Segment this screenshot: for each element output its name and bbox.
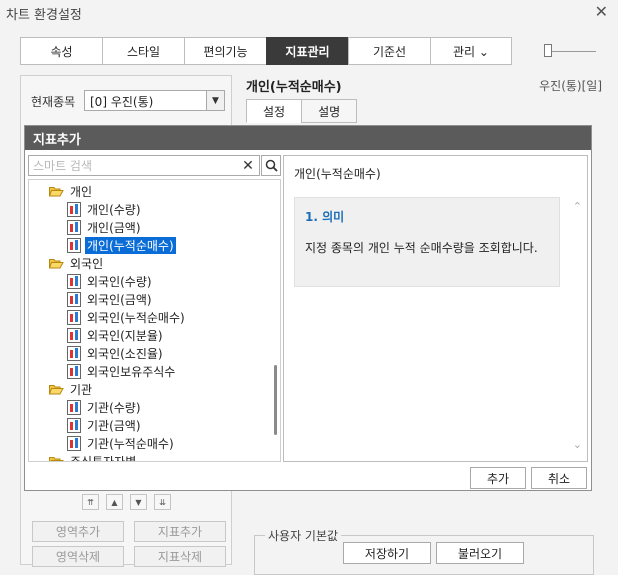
stock-select-value: [0] 우진(통)	[90, 95, 154, 109]
tree-label: 외국인(수량)	[87, 274, 152, 289]
zoom-slider-track[interactable]	[548, 51, 596, 52]
indicator-subtabs: 설정 설명	[246, 99, 358, 123]
tree-label: 외국인(누적순매수)	[87, 310, 185, 325]
tree-label: 개인	[70, 184, 93, 199]
window-title: 차트 환경설정	[6, 8, 82, 23]
search-icon[interactable]	[261, 155, 281, 176]
tree-label: 기관(금액)	[87, 418, 141, 433]
tree-indicator-item[interactable]: 외국인(수량)	[67, 272, 154, 290]
tree-indicator-item[interactable]: 기관(금액)	[67, 416, 143, 434]
tree-label: 외국인	[70, 256, 104, 271]
tree-label: 개인(누적순매수)	[85, 236, 176, 254]
tree-indicator-item[interactable]: 외국인(소진율)	[67, 344, 165, 362]
tree-scrollbar[interactable]	[271, 180, 280, 461]
indicator-chart-icon	[67, 237, 81, 253]
tree-indicator-item[interactable]: 개인(누적순매수)	[67, 236, 176, 254]
indicator-chart-icon	[67, 345, 81, 361]
tab-3[interactable]: 지표관리	[266, 37, 348, 65]
scroll-down-icon[interactable]: ⌄	[573, 438, 582, 451]
description-panel: 개인(누적순매수) 1. 의미 지정 종목의 개인 누적 순매수량을 조회합니다…	[283, 155, 588, 462]
tree-label: 개인(수량)	[87, 202, 141, 217]
search-box: ✕	[28, 155, 260, 176]
tree-label: 외국인보유주식수	[87, 364, 176, 379]
indicator-chart-icon	[67, 327, 81, 343]
tab-2[interactable]: 편의기능	[184, 37, 266, 65]
indicator-title: 개인(누적순매수)	[246, 80, 342, 95]
description-body: 지정 종목의 개인 누적 순매수량을 조회합니다.	[305, 241, 538, 255]
indicator-chart-icon	[67, 201, 81, 217]
clear-icon[interactable]: ✕	[239, 156, 257, 175]
tree-scrollbar-thumb[interactable]	[274, 365, 277, 435]
tab-5[interactable]: 관리 ⌄	[430, 37, 512, 65]
description-box: 1. 의미 지정 종목의 개인 누적 순매수량을 조회합니다.	[294, 197, 560, 287]
tree-label: 기관(수량)	[87, 400, 141, 415]
save-button[interactable]: 저장하기	[343, 542, 431, 564]
tree-indicator-item[interactable]: 외국인(지분율)	[67, 326, 165, 344]
current-stock-label: 현재종목	[31, 95, 76, 109]
tree-label: 주식투자자별	[70, 454, 137, 462]
tree-folder[interactable]: 기관	[48, 380, 94, 398]
subtab-settings[interactable]: 설정	[246, 99, 303, 123]
description-heading: 1. 의미	[305, 210, 345, 224]
folder-open-icon	[48, 384, 64, 395]
subtab-description[interactable]: 설명	[301, 99, 358, 123]
indicator-chart-icon	[67, 435, 81, 451]
description-name: 개인(누적순매수)	[294, 167, 381, 181]
load-button[interactable]: 불러오기	[436, 542, 524, 564]
tree-label: 외국인(금액)	[87, 292, 152, 307]
tree-folder[interactable]: 개인	[48, 182, 94, 200]
move-up-icon[interactable]: ▲	[106, 494, 123, 510]
indicator-delete-button[interactable]: 지표삭제	[134, 546, 226, 567]
close-icon[interactable]: ✕	[595, 2, 608, 21]
tab-0[interactable]: 속성	[20, 37, 102, 65]
tab-1[interactable]: 스타일	[102, 37, 184, 65]
search-input[interactable]	[29, 156, 234, 175]
move-top-icon[interactable]: ⇈	[82, 494, 99, 510]
cancel-button[interactable]: 취소	[531, 467, 587, 489]
tree-indicator-item[interactable]: 기관(누적순매수)	[67, 434, 176, 452]
indicator-chart-icon	[67, 417, 81, 433]
tab-4[interactable]: 기준선	[348, 37, 430, 65]
area-delete-button[interactable]: 영역삭제	[32, 546, 124, 567]
tree-label: 외국인(소진율)	[87, 346, 163, 361]
main-tabs: 속성 스타일 편의기능 지표관리 기준선 관리 ⌄	[20, 37, 512, 65]
zoom-slider-thumb[interactable]	[544, 44, 552, 57]
indicator-stock: 우진(통)[일]	[539, 79, 602, 93]
add-button[interactable]: 추가	[470, 467, 526, 489]
chevron-down-icon[interactable]: ▼	[206, 91, 224, 110]
indicator-chart-icon	[67, 219, 81, 235]
tree-label: 기관	[70, 382, 93, 397]
area-add-button[interactable]: 영역추가	[32, 521, 124, 542]
folder-open-icon	[48, 258, 64, 269]
indicator-add-button[interactable]: 지표추가	[134, 521, 226, 542]
tree-indicator-item[interactable]: 외국인(누적순매수)	[67, 308, 187, 326]
indicator-chart-icon	[67, 309, 81, 325]
indicator-chart-icon	[67, 399, 81, 415]
add-indicator-dialog: 지표추가 ✕ 개인개인(수량)개인(금액)개인(누적순매수)외국인외국인(수량)…	[24, 125, 592, 491]
tree-indicator-item[interactable]: 기관(수량)	[67, 398, 143, 416]
move-bottom-icon[interactable]: ⇊	[154, 494, 171, 510]
stock-select[interactable]: [0] 우진(통) ▼	[84, 90, 225, 111]
tree-label: 개인(금액)	[87, 220, 141, 235]
user-defaults-legend: 사용자 기본값	[265, 527, 342, 544]
order-buttons: ⇈ ▲ ▼ ⇊	[82, 494, 178, 510]
indicator-chart-icon	[67, 363, 81, 379]
title-bar: 차트 환경설정 ✕	[0, 0, 618, 25]
indicator-tree: 개인개인(수량) 개인(금액) 개인(누적순매수) 외국인외국인(수량) 외국인(금액)…	[28, 179, 281, 462]
tree-folder[interactable]: 주식투자자별	[49, 452, 138, 462]
indicator-chart-icon	[67, 273, 81, 289]
tree-folder[interactable]: 외국인	[48, 254, 105, 272]
tree-indicator-item[interactable]: 외국인(금액)	[67, 290, 154, 308]
indicator-chart-icon	[67, 291, 81, 307]
folder-open-icon	[49, 456, 64, 461]
tree-indicator-item[interactable]: 개인(수량)	[67, 200, 143, 218]
folder-open-icon	[48, 186, 64, 197]
move-down-icon[interactable]: ▼	[130, 494, 147, 510]
dialog-title: 지표추가	[25, 126, 591, 150]
scroll-up-icon[interactable]: ⌃	[573, 200, 582, 213]
tree-indicator-item[interactable]: 외국인보유주식수	[67, 362, 177, 380]
tree-indicator-item[interactable]: 개인(금액)	[67, 218, 143, 236]
tree-label: 기관(누적순매수)	[87, 436, 174, 451]
tree-label: 외국인(지분율)	[87, 328, 163, 343]
